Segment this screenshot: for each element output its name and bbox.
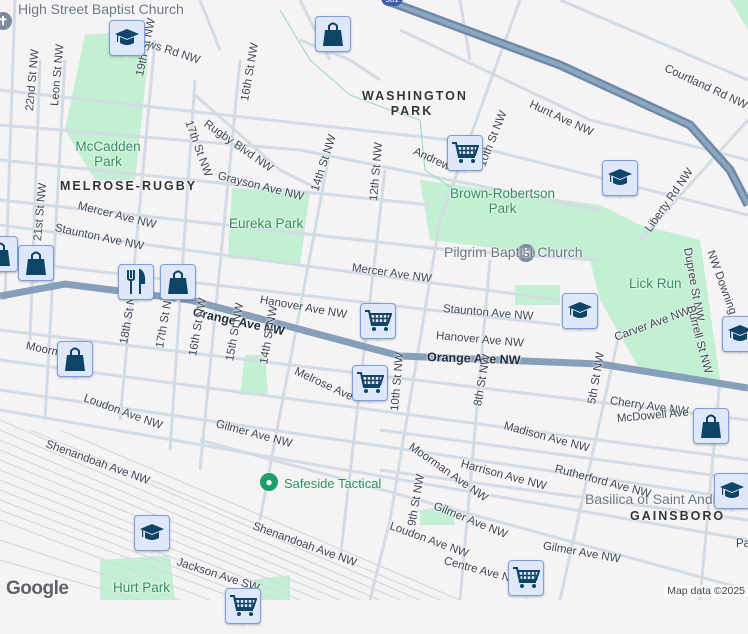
- shopping-cart-marker[interactable]: [352, 365, 388, 411]
- school-icon: [562, 293, 598, 329]
- shopping-bag-marker[interactable]: [693, 408, 729, 454]
- place-label[interactable]: Safeside Tactical: [284, 476, 381, 491]
- shopping-cart-icon: [508, 560, 544, 596]
- neighborhood-label: GAINSBORO: [630, 509, 726, 523]
- shopping-bag-marker[interactable]: [315, 16, 351, 62]
- place-label[interactable]: High Street Baptist Church: [18, 2, 184, 17]
- park-label[interactable]: McCadden Park: [72, 139, 144, 169]
- shopping-cart-marker[interactable]: [360, 303, 396, 349]
- shopping-cart-icon: [360, 303, 396, 339]
- school-marker[interactable]: [722, 316, 748, 362]
- park-label[interactable]: Brown-Robertson Park: [445, 186, 560, 216]
- place-label[interactable]: Basilica of Saint Andr: [585, 492, 717, 507]
- shopping-bag-icon: [18, 245, 54, 281]
- school-icon: [134, 515, 170, 551]
- place-label[interactable]: Pilgrim Baptist Church: [444, 245, 583, 260]
- park-label[interactable]: Eureka Park: [229, 216, 303, 231]
- park-label[interactable]: Lick Run: [629, 276, 682, 291]
- restaurant-icon: [118, 264, 154, 300]
- school-marker[interactable]: [714, 473, 748, 519]
- shopping-cart-icon: [447, 135, 483, 171]
- shopping-bag-icon: [0, 236, 18, 272]
- school-marker[interactable]: [562, 293, 598, 339]
- school-icon: [109, 20, 145, 56]
- school-marker[interactable]: [109, 20, 145, 66]
- school-marker[interactable]: [602, 160, 638, 206]
- restaurant-marker[interactable]: [118, 264, 154, 310]
- shopping-bag-icon: [693, 408, 729, 444]
- shopping-cart-marker[interactable]: [225, 588, 261, 634]
- shopping-cart-icon: [225, 588, 261, 624]
- shopping-cart-icon: [352, 365, 388, 401]
- place-pin-icon[interactable]: ●: [260, 473, 278, 491]
- place-name: High Street Baptist Church: [18, 1, 184, 17]
- shopping-cart-marker[interactable]: [508, 560, 544, 606]
- shopping-bag-marker[interactable]: [18, 245, 54, 291]
- map-attribution[interactable]: Map data ©2025: [664, 585, 748, 597]
- street-label: Pa: [736, 538, 748, 550]
- school-icon: [602, 160, 638, 196]
- shopping-bag-marker[interactable]: [0, 236, 18, 282]
- shopping-bag-icon: [57, 341, 93, 377]
- neighborhood-label: WASHINGTON PARK: [362, 89, 468, 118]
- shopping-bag-marker[interactable]: [160, 264, 196, 310]
- shopping-bag-icon: [160, 264, 196, 300]
- school-marker[interactable]: [134, 515, 170, 561]
- neighborhood-label: MELROSE-RUGBY: [60, 179, 198, 193]
- google-logo[interactable]: Google: [6, 578, 69, 600]
- shopping-bag-marker[interactable]: [57, 341, 93, 387]
- school-icon: [722, 316, 748, 352]
- park-label[interactable]: Hurt Park: [113, 580, 170, 595]
- shopping-bag-icon: [315, 16, 351, 52]
- school-icon: [714, 473, 748, 509]
- shopping-cart-marker[interactable]: [447, 135, 483, 181]
